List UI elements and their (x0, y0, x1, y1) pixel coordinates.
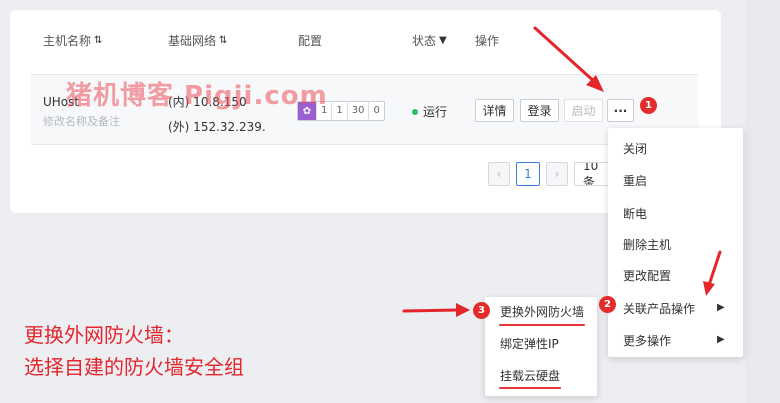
red-arrow-icon (703, 250, 722, 296)
red-arrow-icon (402, 303, 470, 317)
annotation-note-body: 选择自建的防火墙安全组 (24, 355, 244, 379)
annotation-note-title: 更换外网防火墙： (24, 323, 184, 347)
red-arrow-icon (533, 26, 604, 92)
watermark: 猪机博客 Pigji.com (66, 81, 328, 111)
